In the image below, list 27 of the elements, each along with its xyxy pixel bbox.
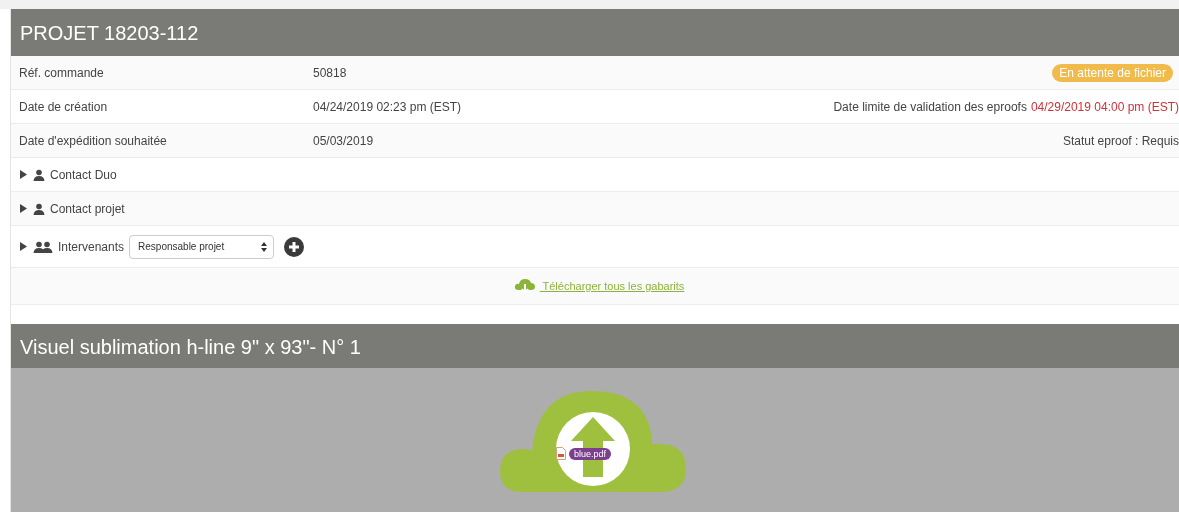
role-select[interactable]: Responsable projet xyxy=(129,234,275,259)
deadline-value: 04/29/2019 04:00 pm (EST) xyxy=(1030,99,1179,114)
section-label[interactable]: Contact Duo xyxy=(50,167,117,182)
person-icon xyxy=(33,202,45,215)
select-arrows-icon xyxy=(261,241,268,252)
field-label: Date limite de validation des eproofs xyxy=(833,99,1027,114)
field-value: 04/24/2019 02:23 pm (EST) xyxy=(313,99,463,114)
panel-header: Visuel sublimation h-line 9" x 93"- N° 1 xyxy=(11,324,1179,368)
drop-zone[interactable]: blue.pdf xyxy=(11,368,1179,512)
field-label: Date d'expédition souhaitée xyxy=(19,133,168,148)
field-label: Statut eproof : Requis xyxy=(1062,133,1179,148)
panel-header: PROJET 18203-112 xyxy=(11,9,1179,56)
expand-toggle-icon[interactable] xyxy=(19,242,28,251)
add-icon[interactable] xyxy=(284,236,305,257)
field-label: Réf. commande xyxy=(19,65,105,80)
people-icon xyxy=(33,240,53,253)
expand-toggle-icon[interactable] xyxy=(19,204,28,213)
field-value: 50818 xyxy=(313,65,348,80)
upload-cloud-icon xyxy=(500,389,686,493)
person-icon xyxy=(33,168,45,181)
section-label[interactable]: Intervenants xyxy=(58,239,125,254)
field-label: Date de création xyxy=(19,99,109,114)
field-value: 05/03/2019 xyxy=(313,133,375,148)
expand-toggle-icon[interactable] xyxy=(19,170,28,179)
status-badge: En attente de fichier xyxy=(1052,63,1173,82)
section-label[interactable]: Contact projet xyxy=(50,201,125,216)
pdf-file-icon xyxy=(556,447,566,460)
